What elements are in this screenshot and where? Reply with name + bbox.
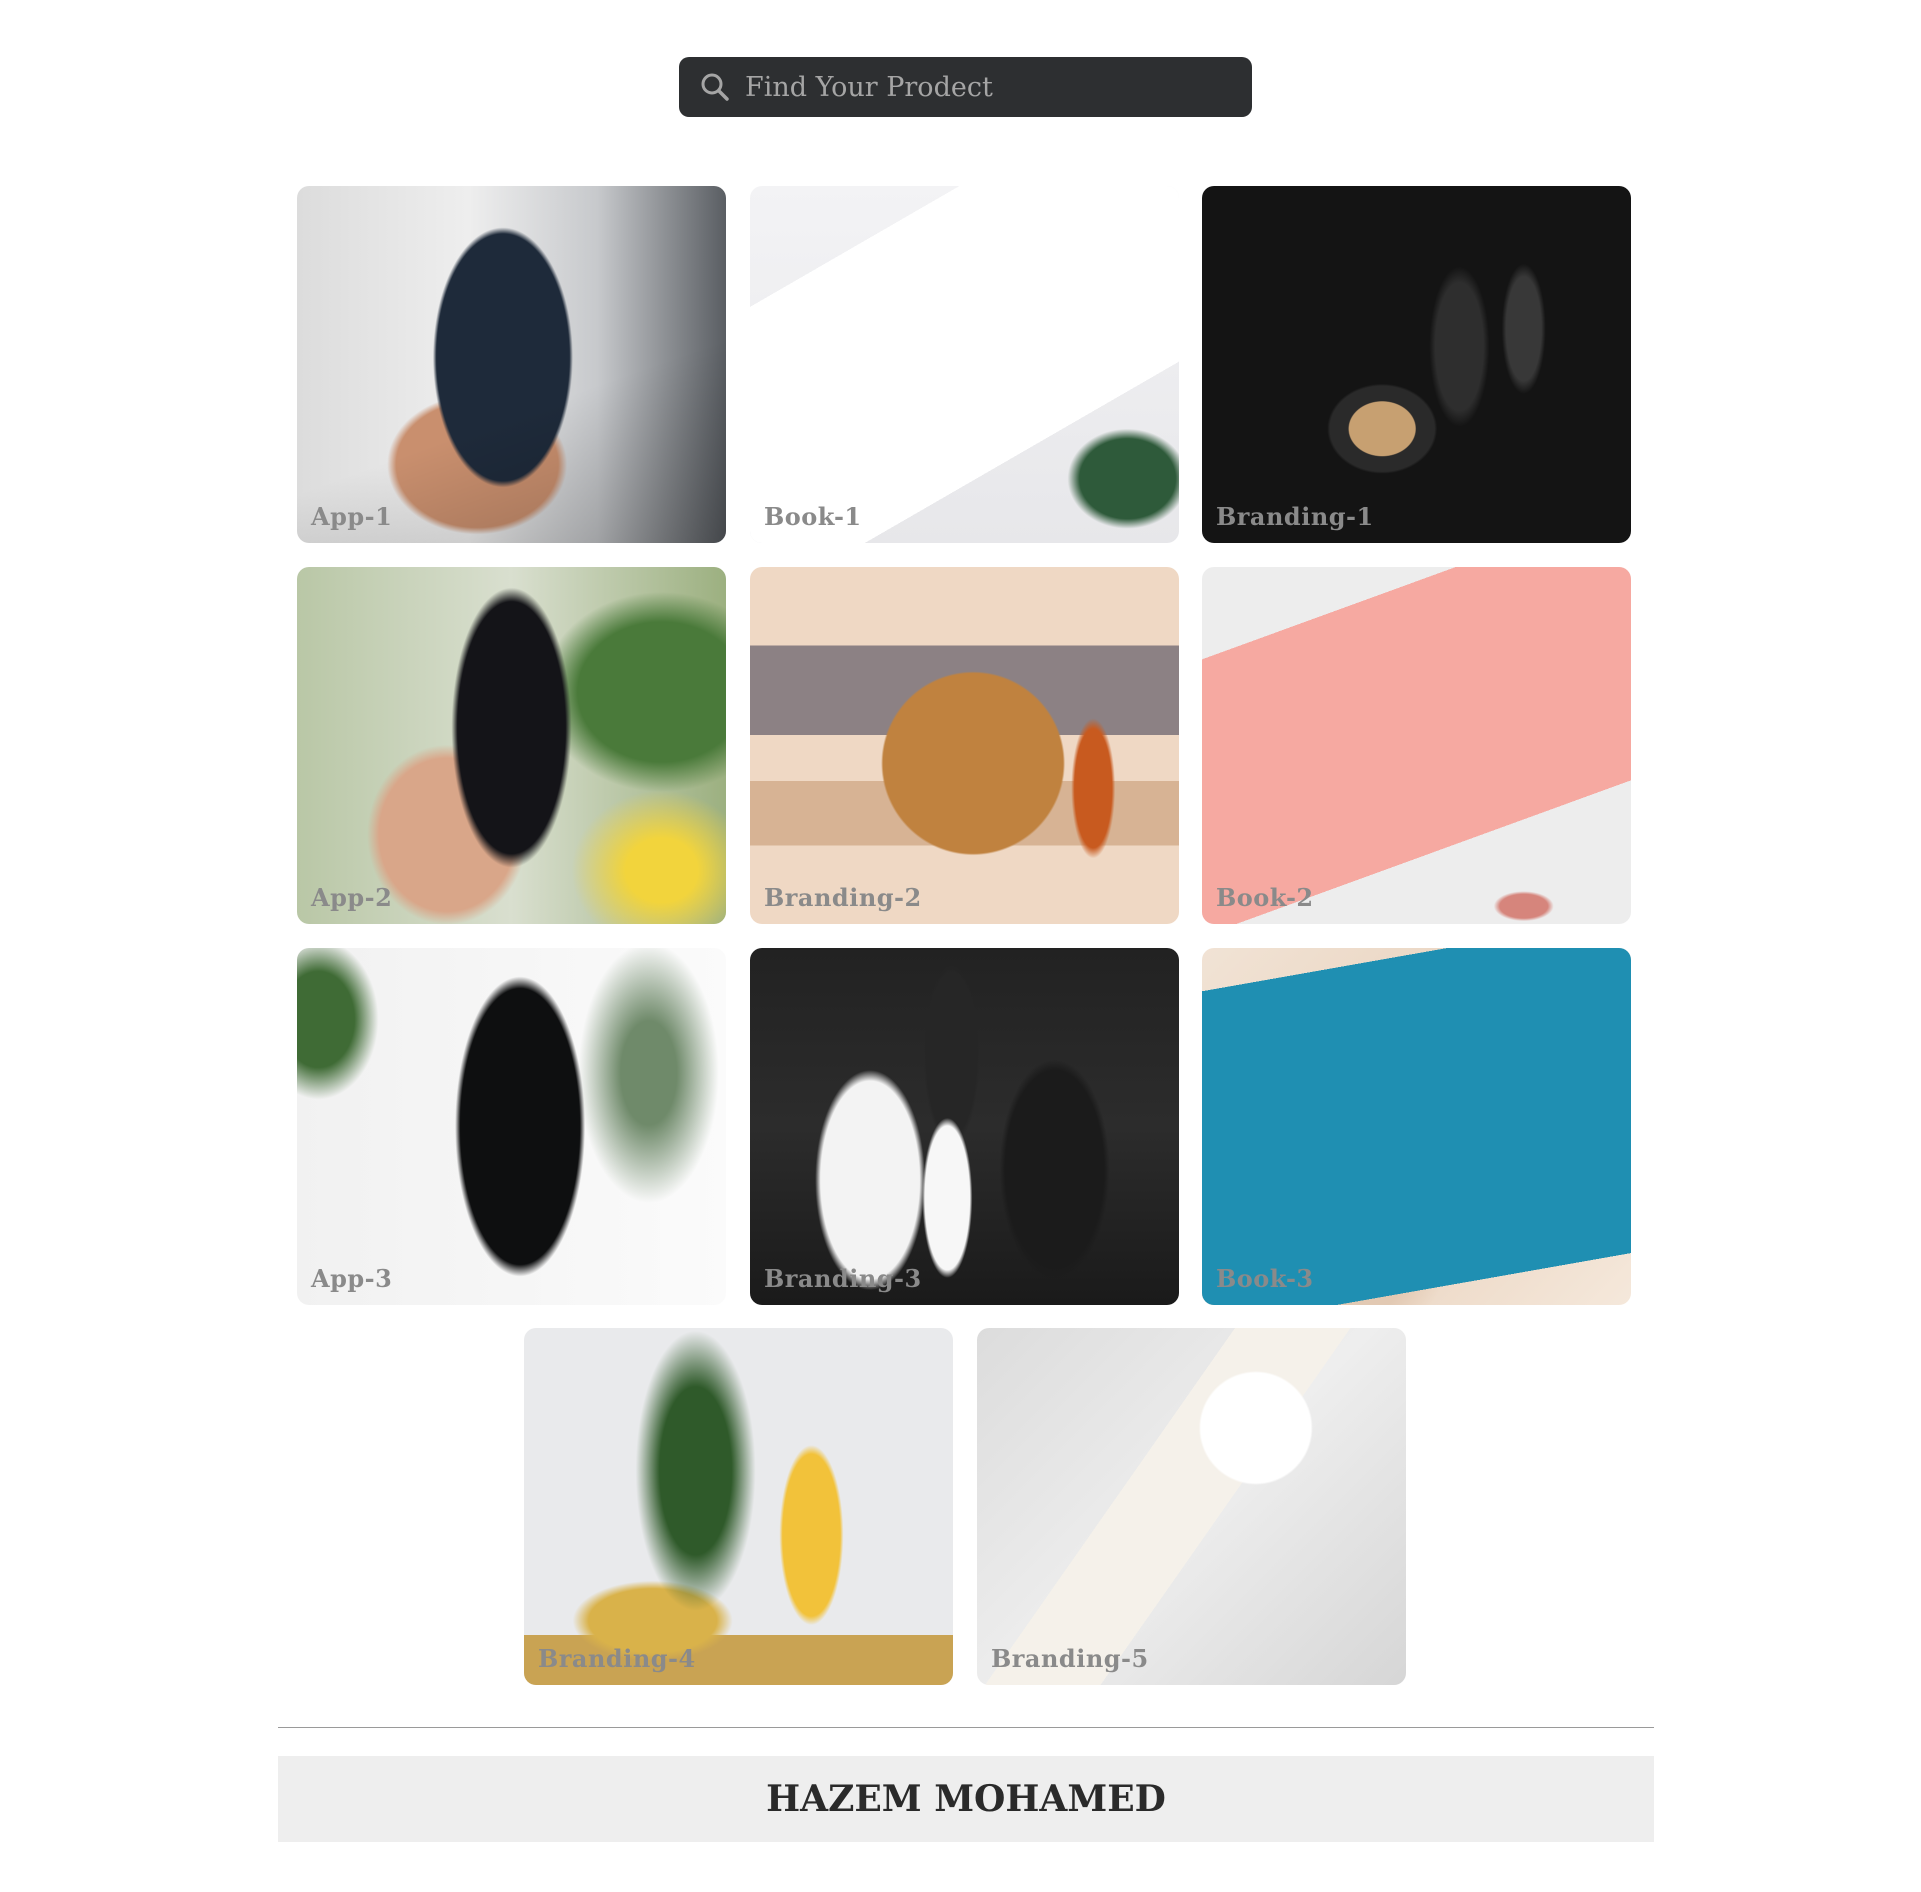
product-image xyxy=(750,567,1179,924)
product-image xyxy=(297,948,726,1305)
product-label: Branding-3 xyxy=(764,1264,922,1293)
product-label: App-3 xyxy=(311,1264,393,1293)
product-card-book-3[interactable]: Book-3 xyxy=(1202,948,1631,1305)
product-label: Branding-5 xyxy=(991,1644,1149,1673)
search-icon xyxy=(699,71,731,103)
product-card-book-2[interactable]: Book-2 xyxy=(1202,567,1631,924)
product-card-book-1[interactable]: Book-1 xyxy=(750,186,1179,543)
product-label: Book-1 xyxy=(764,502,862,531)
product-card-app-1[interactable]: App-1 xyxy=(297,186,726,543)
product-card-app-2[interactable]: App-2 xyxy=(297,567,726,924)
product-image xyxy=(297,567,726,924)
product-image xyxy=(1202,948,1631,1305)
product-image xyxy=(750,186,1179,543)
product-image xyxy=(1202,567,1631,924)
product-image xyxy=(977,1328,1406,1685)
product-image xyxy=(750,948,1179,1305)
product-card-branding-4[interactable]: Branding-4 xyxy=(524,1328,953,1685)
product-image xyxy=(524,1328,953,1685)
product-label: App-1 xyxy=(311,502,393,531)
product-label: Branding-1 xyxy=(1216,502,1374,531)
product-label: Branding-4 xyxy=(538,1644,696,1673)
product-label: Book-2 xyxy=(1216,883,1314,912)
product-image xyxy=(1202,186,1631,543)
product-card-branding-2[interactable]: Branding-2 xyxy=(750,567,1179,924)
product-card-app-3[interactable]: App-3 xyxy=(297,948,726,1305)
product-label: Branding-2 xyxy=(764,883,922,912)
footer-divider xyxy=(278,1727,1654,1728)
footer: HAZEM MOHAMED xyxy=(278,1756,1654,1842)
page: App-1 Book-1 Branding-1 App-2 Branding-2… xyxy=(0,0,1921,1892)
search-bar[interactable] xyxy=(679,57,1252,117)
product-card-branding-5[interactable]: Branding-5 xyxy=(977,1328,1406,1685)
product-card-branding-1[interactable]: Branding-1 xyxy=(1202,186,1631,543)
product-image xyxy=(297,186,726,543)
product-card-branding-3[interactable]: Branding-3 xyxy=(750,948,1179,1305)
product-label: Book-3 xyxy=(1216,1264,1314,1293)
search-input[interactable] xyxy=(743,70,1227,104)
footer-author-name: HAZEM MOHAMED xyxy=(766,1778,1166,1820)
product-label: App-2 xyxy=(311,883,393,912)
